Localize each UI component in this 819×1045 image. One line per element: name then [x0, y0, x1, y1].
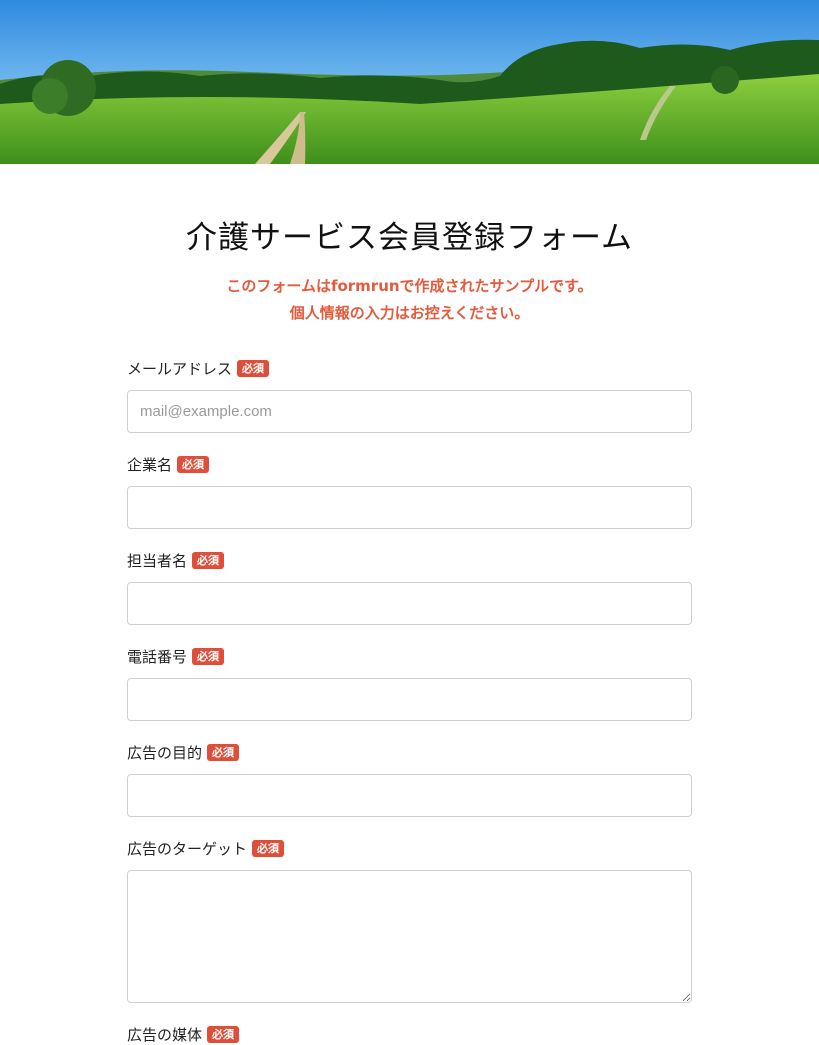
hero-banner	[0, 0, 819, 164]
field-ad-purpose: 広告の目的 必須	[127, 741, 692, 817]
landscape-image	[0, 0, 819, 164]
required-badge: 必須	[192, 551, 225, 569]
field-company: 企業名 必須	[127, 453, 692, 529]
contact-person-field[interactable]	[127, 582, 692, 625]
phone-label: 電話番号	[127, 647, 188, 666]
ad-target-textarea[interactable]	[127, 870, 692, 1003]
field-ad-target: 広告のターゲット 必須	[127, 837, 692, 1003]
form-title: 介護サービス会員登録フォーム	[185, 220, 634, 256]
company-label: 企業名	[127, 455, 173, 474]
required-badge: 必須	[207, 1025, 240, 1043]
sample-notice: このフォームはformrunで作成されたサンプルです。 個人情報の入力はお控えく…	[127, 273, 692, 327]
email-label: メールアドレス	[127, 359, 233, 378]
ad-purpose-label: 広告の目的	[127, 743, 203, 762]
company-field[interactable]	[127, 486, 692, 529]
field-contact-person: 担当者名 必須	[127, 549, 692, 625]
contact-person-label: 担当者名	[127, 551, 188, 570]
form-container: 介護サービス会員登録フォーム このフォームはformrunで作成されたサンプルで…	[127, 164, 692, 1045]
notice-line-2: 個人情報の入力はお控えください。	[289, 304, 530, 322]
email-field[interactable]	[127, 390, 692, 433]
field-ad-medium: 広告の媒体 必須	[127, 1023, 692, 1045]
field-email: メールアドレス 必須	[127, 357, 692, 433]
required-badge: 必須	[252, 839, 285, 857]
required-badge: 必須	[207, 743, 240, 761]
required-badge: 必須	[177, 455, 210, 473]
ad-purpose-field[interactable]	[127, 774, 692, 817]
required-badge: 必須	[237, 359, 270, 377]
notice-line-1: このフォームはformrunで作成されたサンプルです。	[226, 277, 593, 295]
phone-field[interactable]	[127, 678, 692, 721]
ad-target-label: 広告のターゲット	[127, 839, 248, 858]
required-badge: 必須	[192, 647, 225, 665]
field-phone: 電話番号 必須	[127, 645, 692, 721]
ad-medium-label: 広告の媒体	[127, 1025, 203, 1044]
